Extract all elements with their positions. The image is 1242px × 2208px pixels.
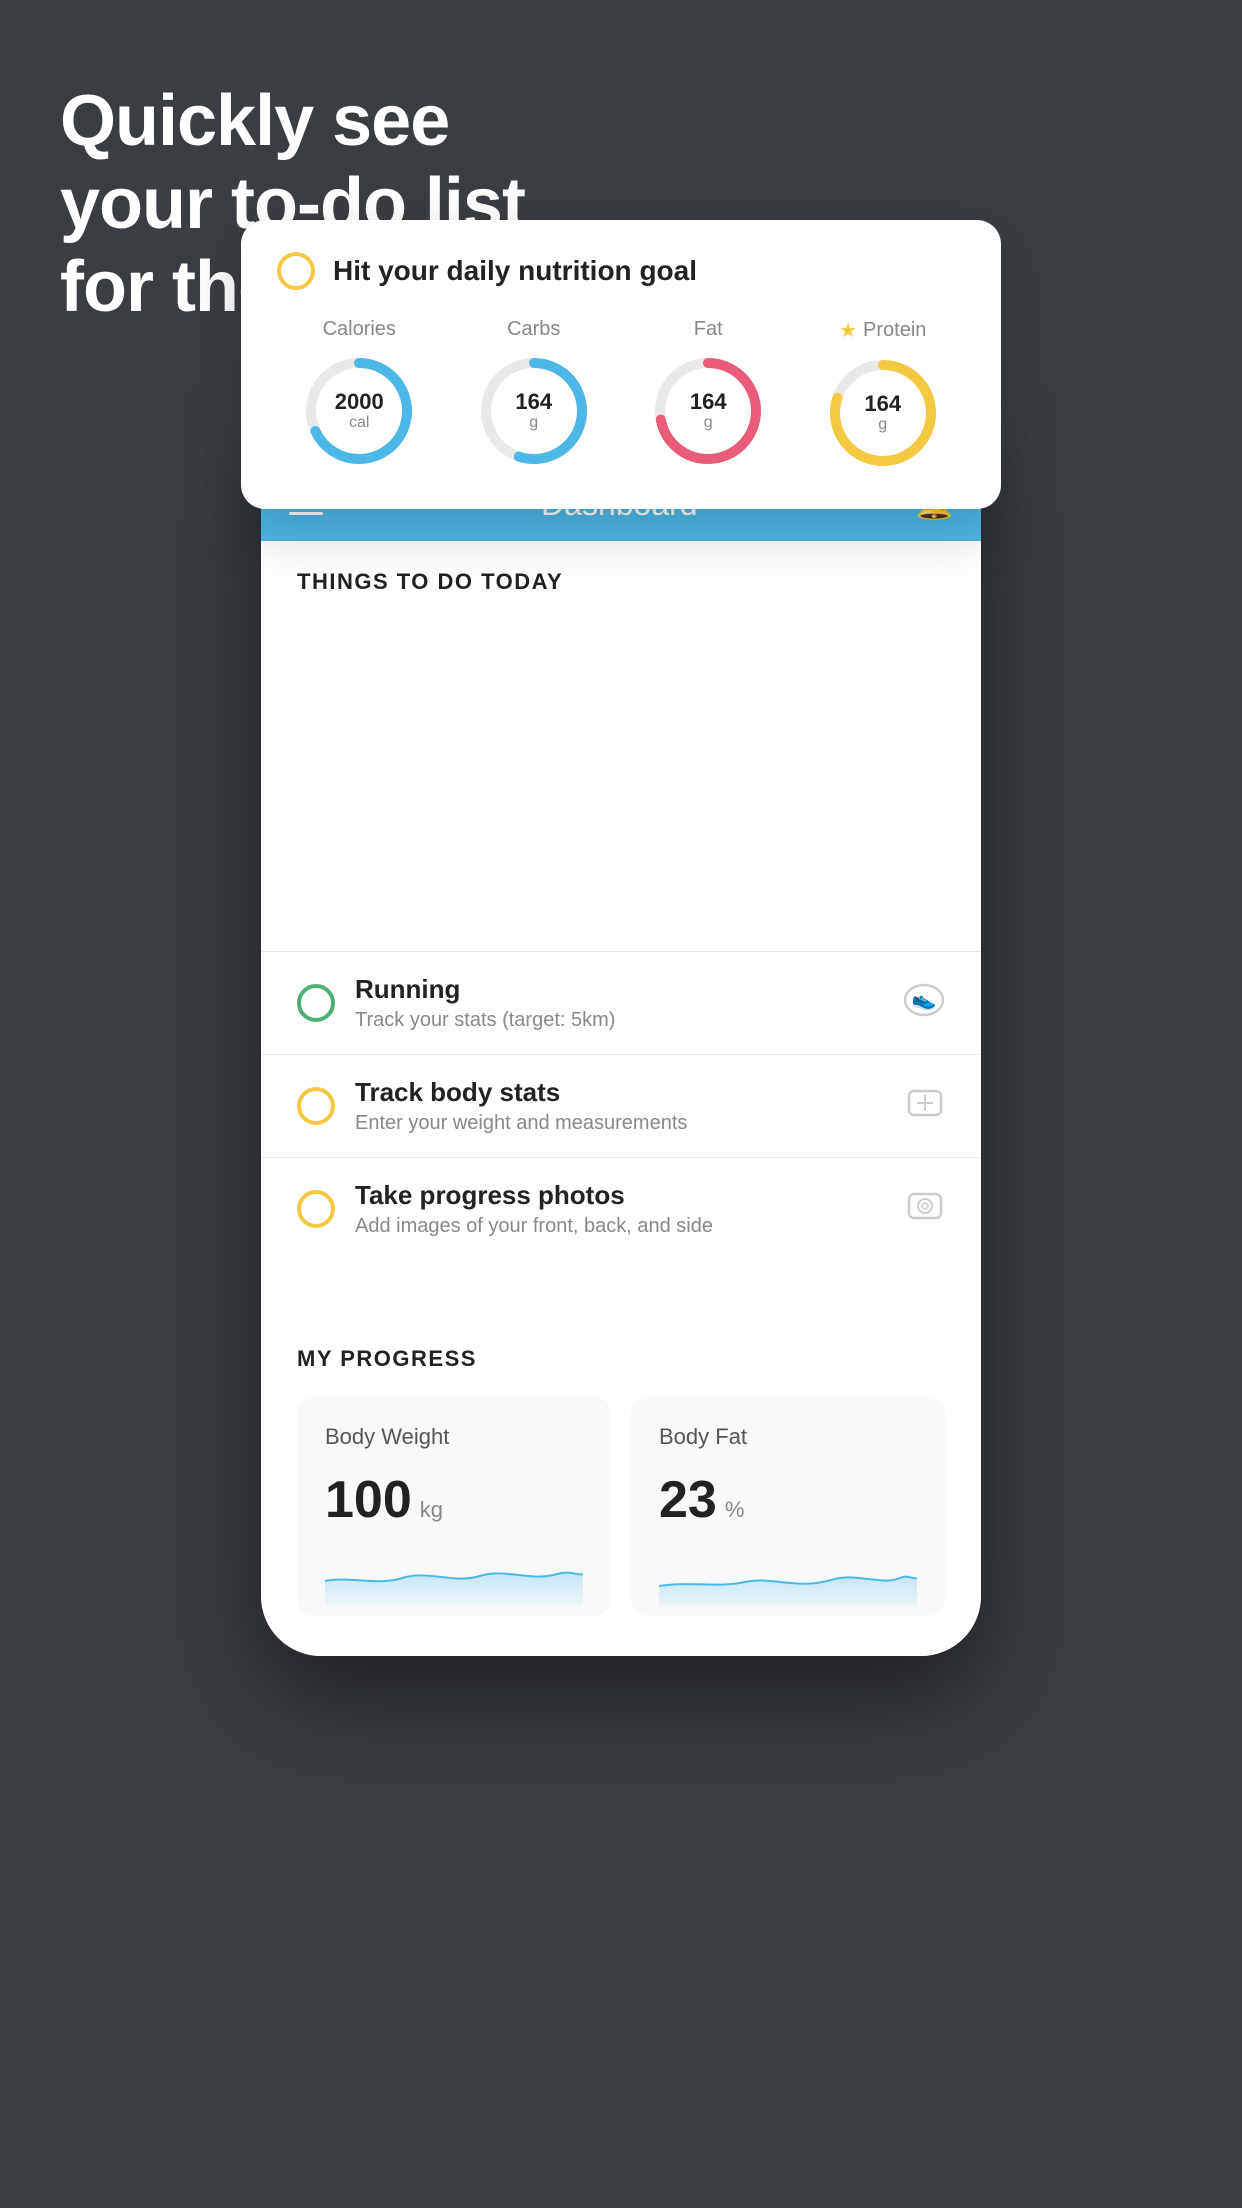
calories-item: Calories 2000 cal [299,318,419,471]
calories-value: 2000 cal [335,390,384,432]
body-fat-unit: % [725,1497,745,1523]
protein-value: 164 g [864,392,901,434]
running-check-circle[interactable] [297,984,335,1022]
protein-label-text: Protein [863,319,926,342]
nutrition-check-circle[interactable] [277,252,315,290]
protein-donut: 164 g [823,353,943,473]
svg-text:👟: 👟 [912,989,937,1011]
body-weight-chart [325,1546,583,1606]
nutrition-card-title: Hit your daily nutrition goal [333,255,697,287]
card-spacer [261,611,981,951]
body-fat-value: 23 % [659,1470,917,1530]
todo-list: Running Track your stats (target: 5km) 👟… [261,951,981,1260]
progress-photos-title: Take progress photos [355,1180,885,1211]
body-weight-number: 100 [325,1470,412,1530]
nutrition-card: Hit your daily nutrition goal Calories 2… [241,220,1001,509]
running-subtitle: Track your stats (target: 5km) [355,1009,883,1032]
progress-cards: Body Weight 100 kg [297,1396,945,1616]
track-stats-title: Track body stats [355,1077,885,1108]
progress-photos-subtitle: Add images of your front, back, and side [355,1215,885,1238]
scale-icon [905,1085,945,1128]
star-icon: ★ [839,318,857,343]
running-icon: 👟 [903,982,945,1025]
track-stats-subtitle: Enter your weight and measurements [355,1112,885,1135]
body-weight-unit: kg [420,1497,443,1523]
body-weight-title: Body Weight [325,1424,583,1450]
photo-icon [905,1188,945,1231]
phone-mockup: 9:41 ▾▴▾ Dashboard 🔔 [261,420,981,1656]
carbs-label: Carbs [507,318,560,341]
running-text: Running Track your stats (target: 5km) [355,974,883,1032]
spacer [261,1260,981,1310]
nutrition-grid: Calories 2000 cal Carbs [277,318,965,473]
running-title: Running [355,974,883,1005]
calories-donut: 2000 cal [299,351,419,471]
fat-donut: 164 g [648,351,768,471]
body-fat-card[interactable]: Body Fat 23 % [631,1396,945,1616]
protein-item: ★ Protein 164 g [823,318,943,473]
progress-photos-text: Take progress photos Add images of your … [355,1180,885,1238]
fat-item: Fat 164 g [648,318,768,471]
body-fat-chart [659,1546,917,1606]
track-stats-text: Track body stats Enter your weight and m… [355,1077,885,1135]
things-today-header: THINGS TO DO TODAY [261,541,981,611]
progress-photos-check-circle[interactable] [297,1190,335,1228]
carbs-donut: 164 g [474,351,594,471]
list-item[interactable]: Track body stats Enter your weight and m… [261,1054,981,1157]
fat-label: Fat [694,318,723,341]
list-item[interactable]: Running Track your stats (target: 5km) 👟 [261,951,981,1054]
carbs-value: 164 g [515,390,552,432]
bottom-spacer [261,1616,981,1656]
progress-section-label: MY PROGRESS [297,1346,945,1372]
carbs-item: Carbs 164 g [474,318,594,471]
progress-section: MY PROGRESS Body Weight 100 kg [261,1310,981,1616]
body-weight-card[interactable]: Body Weight 100 kg [297,1396,611,1616]
body-fat-title: Body Fat [659,1424,917,1450]
fat-value: 164 g [690,390,727,432]
list-item[interactable]: Take progress photos Add images of your … [261,1157,981,1260]
calories-label: Calories [323,318,396,341]
body-weight-value: 100 kg [325,1470,583,1530]
headline-line1: Quickly see [60,80,525,163]
card-header: Hit your daily nutrition goal [277,252,965,290]
body-fat-number: 23 [659,1470,717,1530]
main-content: THINGS TO DO TODAY Running Track your st… [261,541,981,1656]
protein-label: ★ Protein [839,318,926,343]
track-stats-check-circle[interactable] [297,1087,335,1125]
